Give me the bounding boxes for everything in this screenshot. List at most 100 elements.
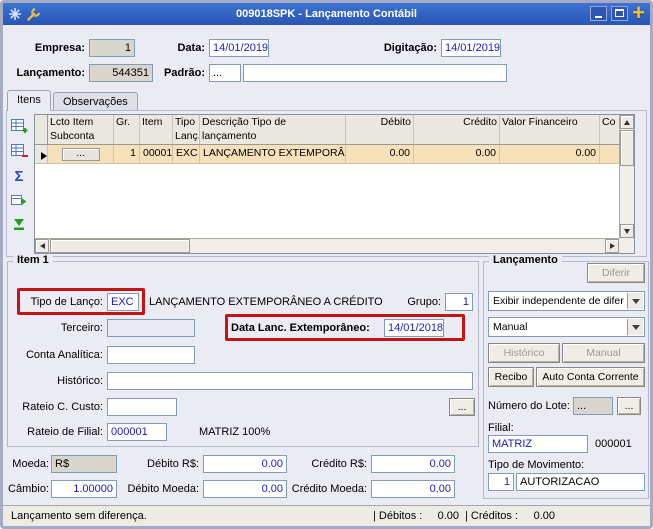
padrao-code-field[interactable]: ... — [209, 64, 241, 82]
add-item-icon[interactable] — [10, 117, 28, 135]
col-header-debito[interactable]: Débito — [346, 115, 414, 144]
conta-analitica-label: Conta Analítica: — [25, 349, 103, 361]
empresa-label: Empresa: — [34, 42, 85, 54]
numero-lote-ellipsis-button[interactable]: ... — [617, 397, 641, 415]
moeda-field[interactable]: R$ — [51, 455, 117, 473]
maximize-icon — [615, 9, 625, 17]
tipo-movimento-desc-field[interactable]: AUTORIZACAO — [516, 473, 645, 491]
cell-subconta: ... — [48, 145, 114, 164]
col-header-subconta[interactable]: Lcto Item Subconta — [48, 115, 114, 144]
modo-value: Manual — [493, 321, 528, 333]
tab-itens[interactable]: Itens — [7, 90, 51, 111]
lancamento-field[interactable]: 544351 — [89, 64, 153, 82]
filial-field[interactable]: MATRIZ — [488, 435, 588, 453]
cell-tipo[interactable]: EXC — [173, 145, 200, 164]
recibo-button[interactable]: Recibo — [488, 367, 534, 387]
empresa-field[interactable]: 1 — [89, 39, 135, 57]
numero-lote-field[interactable]: ... — [573, 397, 613, 415]
rateio-custo-field[interactable] — [107, 398, 177, 416]
scroll-down-button[interactable] — [620, 224, 634, 238]
debito-moeda-label: Débito Moeda: — [127, 483, 199, 495]
titlebar[interactable]: 009018SPK - Lançamento Contábil + — [3, 3, 650, 25]
credito-moeda-label: Crédito Moeda: — [291, 483, 367, 495]
col-header-credito[interactable]: Crédito — [414, 115, 500, 144]
debito-rs-field[interactable]: 0.00 — [203, 455, 287, 473]
exibir-diferidos-combobox[interactable]: Exibir independente de difer — [488, 291, 645, 311]
credito-rs-field[interactable]: 0.00 — [371, 455, 455, 473]
row-marker-cell — [35, 145, 48, 164]
rateio-filial-desc: MATRIZ 100% — [199, 426, 271, 438]
cell-valor-financeiro[interactable]: 0.00 — [500, 145, 600, 164]
app-icon — [7, 6, 23, 22]
credito-rs-label: Crédito R$: — [311, 458, 367, 470]
grid-horizontal-scrollbar[interactable] — [35, 238, 619, 253]
vertical-scroll-thumb[interactable] — [620, 130, 634, 166]
auto-conta-corrente-button[interactable]: Auto Conta Corrente — [536, 367, 645, 387]
subconta-ellipsis-button[interactable]: ... — [61, 148, 100, 161]
credito-moeda-field[interactable]: 0.00 — [371, 480, 455, 498]
grupo-label: Grupo: — [407, 296, 441, 308]
arrow-right-icon — [609, 243, 615, 249]
historico-field[interactable] — [107, 372, 473, 390]
scroll-left-button[interactable] — [35, 239, 49, 253]
rateio-custo-ellipsis-button[interactable]: ... — [449, 398, 475, 416]
terceiro-label: Terceiro: — [60, 322, 103, 334]
col-header-item[interactable]: Item — [140, 115, 173, 144]
padrao-desc-field[interactable] — [243, 64, 507, 82]
tipo-lancto-field[interactable]: EXC — [107, 293, 139, 311]
historico-button[interactable]: Histórico — [488, 343, 560, 363]
minimize-button[interactable] — [590, 5, 608, 21]
tab-observacoes[interactable]: Observações — [53, 92, 138, 110]
debitos-value: 0.00 — [437, 510, 459, 522]
cell-item[interactable]: 00001 — [140, 145, 173, 164]
grid-header-row: Lcto Item Subconta Gr. Item Tipo Lanç. D… — [35, 115, 634, 145]
sum-icon[interactable]: Σ — [10, 167, 28, 185]
col-header-descricao[interactable]: Descrição Tipo de lançamento — [200, 115, 346, 144]
scroll-right-button[interactable] — [605, 239, 619, 253]
items-grid[interactable]: Lcto Item Subconta Gr. Item Tipo Lanç. D… — [34, 114, 635, 254]
scroll-up-button[interactable] — [620, 115, 634, 129]
diferir-button[interactable]: Diferir — [587, 263, 645, 283]
tab-itens-label: Itens — [17, 94, 41, 106]
col-header-tipo[interactable]: Tipo Lanç. — [173, 115, 200, 144]
cambio-field[interactable]: 1.00000 — [51, 480, 117, 498]
tipo-lancto-label: Tipo de Lanço: — [30, 296, 103, 308]
creditos-label: | Créditos : — [465, 510, 518, 522]
col-header-gr[interactable]: Gr. — [114, 115, 140, 144]
dropdown-button[interactable] — [627, 319, 643, 335]
cell-gr[interactable]: 1 — [114, 145, 140, 164]
cell-descricao[interactable]: LANÇAMENTO EXTEMPORÂNE — [200, 145, 346, 164]
row-marker-icon — [41, 152, 47, 160]
cell-credito[interactable]: 0.00 — [414, 145, 500, 164]
padrao-label: Padrão: — [164, 67, 205, 79]
maximize-button[interactable] — [611, 5, 629, 21]
dropdown-button[interactable] — [627, 293, 643, 309]
grupo-field[interactable]: 1 — [445, 293, 473, 311]
transfer-icon[interactable] — [10, 192, 28, 210]
chevron-down-icon — [631, 298, 640, 304]
tipo-lancto-desc: LANÇAMENTO EXTEMPORÂNEO A CRÉDITO — [149, 296, 383, 308]
delete-item-icon[interactable] — [10, 142, 28, 160]
last-record-icon[interactable] — [10, 215, 28, 233]
grid-row-selected[interactable]: ... 1 00001 EXC LANÇAMENTO EXTEMPORÂNE 0… — [35, 145, 634, 164]
digitacao-field[interactable]: 14/01/2019 — [441, 39, 501, 57]
rateio-filial-field[interactable]: 000001 — [107, 423, 167, 441]
close-button[interactable]: + — [632, 3, 645, 24]
debito-moeda-field[interactable]: 0.00 — [203, 480, 287, 498]
tipo-movimento-code-field[interactable]: 1 — [488, 473, 514, 491]
cell-debito[interactable]: 0.00 — [346, 145, 414, 164]
wrench-icon[interactable] — [26, 6, 42, 22]
conta-analitica-field[interactable] — [107, 346, 195, 364]
arrow-up-icon — [624, 119, 630, 125]
manual-button[interactable]: Manual — [562, 343, 645, 363]
modo-combobox[interactable]: Manual — [488, 317, 645, 337]
grid-vertical-scrollbar[interactable] — [619, 115, 634, 238]
filial-code: 000001 — [595, 438, 632, 450]
minimize-icon — [595, 15, 603, 18]
data-ext-field[interactable]: 14/01/2018 — [384, 319, 444, 337]
horizontal-scroll-thumb[interactable] — [50, 239, 190, 253]
data-field[interactable]: 14/01/2019 — [209, 39, 269, 57]
data-label: Data: — [177, 42, 205, 54]
terceiro-field[interactable] — [107, 319, 195, 337]
col-header-valor-financeiro[interactable]: Valor Financeiro — [500, 115, 600, 144]
